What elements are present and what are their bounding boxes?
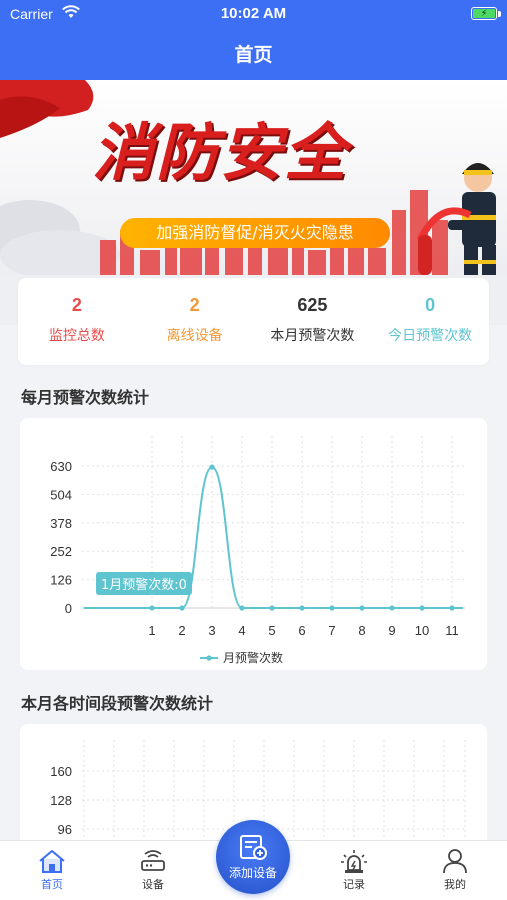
x-tick-label: 11 (445, 623, 459, 638)
data-point (329, 605, 335, 611)
stat-label: 本月预警次数 (270, 328, 355, 344)
stat-label: 今日预警次数 (388, 328, 473, 344)
stat-month-alerts[interactable]: 625 本月预警次数 (254, 278, 372, 365)
stat-value: 0 (425, 295, 436, 315)
stat-value: 2 (71, 295, 82, 315)
x-tick-label: 2 (178, 623, 185, 638)
x-tick-label: 1 (148, 623, 155, 638)
x-tick-label: 5 (268, 623, 275, 638)
x-tick-label: 4 (238, 623, 245, 638)
monthly-line-chart[interactable]: 0 126 252 378 504 630 1 2 3 4 5 6 7 8 9 10 11 月预警次数 (20, 418, 487, 670)
data-point (239, 605, 245, 611)
data-point (389, 605, 395, 611)
data-point (449, 605, 455, 611)
router-icon (141, 850, 165, 871)
banner-title: 消防安全 (92, 116, 349, 189)
data-point (299, 605, 305, 611)
y-tick-label: 128 (50, 793, 72, 808)
stats-card: 2 监控总数 2 离线设备 625 本月预警次数 0 今日预警次数 (18, 278, 489, 365)
home-icon (39, 850, 65, 873)
add-device-label: 添加设备 (228, 866, 277, 880)
legend-swatch-dot (206, 655, 212, 661)
tab-label: 首页 (41, 878, 63, 891)
banner-slogan: 加强消防督促/消灭火灾隐患 (120, 218, 390, 248)
add-device-button[interactable]: 添加设备 (216, 820, 290, 894)
clock-time: 10:02 AM (220, 5, 287, 22)
period-chart-title: 本月各时间段预警次数统计 (21, 694, 214, 713)
stat-label: 监控总数 (48, 328, 105, 344)
alarm-light-icon (341, 850, 367, 873)
y-tick-label: 160 (50, 764, 72, 779)
tab-home[interactable]: 首页 (12, 841, 92, 900)
data-point (359, 605, 365, 611)
add-device-icon (240, 835, 267, 860)
x-tick-label: 8 (358, 623, 365, 638)
y-tick-label: 630 (50, 459, 72, 474)
y-tick-label: 378 (50, 516, 72, 531)
data-point (269, 605, 275, 611)
monthly-chart-title: 每月预警次数统计 (21, 388, 150, 407)
tab-label: 我的 (444, 878, 466, 891)
page-title: 首页 (234, 44, 273, 66)
tab-devices[interactable]: 设备 (113, 841, 193, 900)
data-point (209, 464, 215, 470)
battery-icon: ⚡ (471, 7, 497, 20)
data-point (149, 605, 155, 611)
stat-label: 离线设备 (166, 328, 223, 344)
status-bar: Carrier 10:02 AM ⚡ (0, 0, 507, 28)
monthly-chart-card: 0 126 252 378 504 630 1 2 3 4 5 6 7 8 9 10 11 月预警次数 1月预警次… (20, 418, 487, 670)
y-tick-label: 252 (50, 544, 72, 559)
tab-label: 设备 (142, 878, 164, 891)
x-tick-label: 9 (388, 623, 395, 638)
battery-tip (498, 11, 501, 17)
y-tick-label: 504 (50, 487, 72, 502)
app-header: Carrier 10:02 AM ⚡ 首页 (0, 0, 507, 80)
x-tick-label: 6 (298, 623, 305, 638)
stat-offline-devices[interactable]: 2 离线设备 (136, 278, 254, 365)
stat-today-alerts[interactable]: 0 今日预警次数 (371, 278, 489, 365)
stat-value: 625 (297, 295, 328, 315)
y-tick-label: 126 (50, 573, 72, 588)
chart-tooltip: 1月预警次数:0 (96, 572, 192, 595)
legend-label: 月预警次数 (223, 650, 283, 665)
tab-mine[interactable]: 我的 (415, 841, 495, 900)
stat-monitor-total[interactable]: 2 监控总数 (18, 278, 136, 365)
data-point (419, 605, 425, 611)
tab-label: 记录 (343, 878, 365, 891)
stat-value: 2 (189, 295, 200, 315)
x-tick-label: 7 (328, 623, 335, 638)
data-point (179, 605, 185, 611)
y-tick-label: 0 (65, 601, 72, 616)
y-tick-label: 96 (58, 822, 72, 837)
user-icon (443, 849, 467, 874)
tab-records[interactable]: 记录 (314, 841, 394, 900)
x-tick-label: 10 (415, 623, 429, 638)
x-tick-label: 3 (208, 623, 215, 638)
